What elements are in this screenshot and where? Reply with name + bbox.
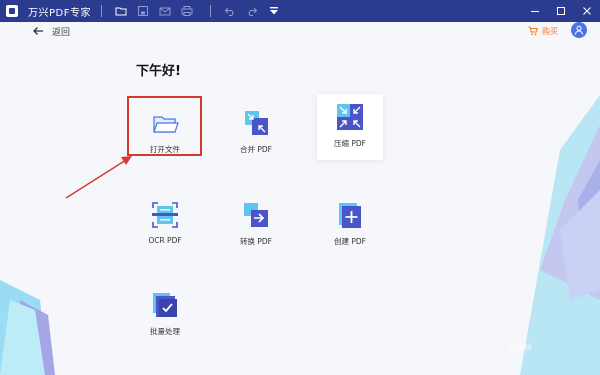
tile-label: 批量处理	[150, 327, 180, 336]
tile-label: 合并 PDF	[240, 145, 272, 154]
tile-label: 压缩 PDF	[334, 139, 366, 148]
app-title: 万兴PDF专家	[28, 7, 91, 19]
convert-icon	[244, 203, 268, 227]
maximize-button[interactable]	[548, 0, 574, 22]
back-button[interactable]: 返回	[32, 24, 70, 38]
redo-icon[interactable]	[243, 2, 261, 20]
merge-icon	[245, 111, 268, 135]
buy-button[interactable]: 购买	[528, 24, 558, 38]
dropdown-icon[interactable]	[265, 2, 283, 20]
ocr-pdf-tile[interactable]: OCR PDF	[132, 192, 198, 252]
minimize-button[interactable]	[522, 0, 548, 22]
cart-icon	[528, 26, 538, 36]
ocr-icon	[152, 202, 178, 228]
arrow-left-icon	[33, 27, 43, 35]
create-pdf-tile[interactable]: 创建 PDF	[317, 192, 383, 252]
divider	[209, 5, 211, 17]
tile-label: 创建 PDF	[334, 237, 366, 246]
annotation-arrow	[65, 156, 132, 199]
compress-pdf-tile[interactable]: 压缩 PDF	[317, 94, 383, 160]
folder-icon[interactable]	[112, 2, 130, 20]
divider	[100, 5, 102, 17]
merge-pdf-tile[interactable]: 合并 PDF	[223, 100, 289, 160]
close-button[interactable]	[574, 0, 600, 22]
compress-icon	[337, 104, 363, 130]
watermark: 系统粉	[508, 343, 532, 352]
tile-label: OCR PDF	[148, 236, 182, 245]
save-icon[interactable]	[134, 2, 152, 20]
highlight-box	[127, 96, 202, 156]
print-icon[interactable]	[178, 2, 196, 20]
create-icon	[339, 203, 361, 228]
back-label: 返回	[52, 27, 71, 38]
tile-label: 转换 PDF	[240, 237, 272, 246]
greeting-heading: 下午好!	[136, 64, 181, 79]
user-icon	[575, 25, 583, 35]
mail-icon[interactable]	[156, 2, 174, 20]
app-logo	[6, 5, 18, 17]
batch-icon	[153, 293, 177, 317]
batch-process-tile[interactable]: 批量处理	[132, 282, 198, 342]
undo-icon[interactable]	[221, 2, 239, 20]
buy-label: 购买	[542, 26, 558, 36]
title-bar: 万兴PDF专家	[0, 0, 600, 22]
convert-pdf-tile[interactable]: 转换 PDF	[223, 192, 289, 252]
user-avatar[interactable]	[571, 22, 587, 38]
